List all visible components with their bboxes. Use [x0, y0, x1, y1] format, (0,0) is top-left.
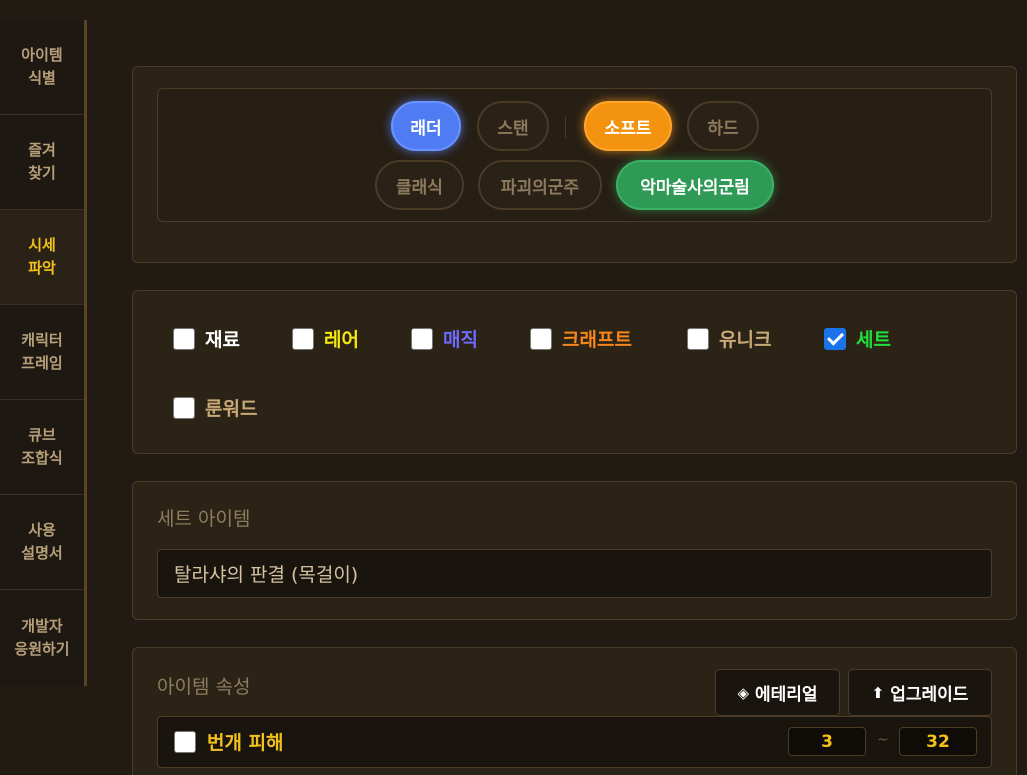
attribute-row: 번개 피해 3 ~ 32 — [157, 716, 992, 768]
mode-softcore-button[interactable]: 소프트 — [584, 101, 672, 151]
rarity-crafted-checkbox[interactable] — [530, 327, 552, 350]
rarity-set-option[interactable]: 세트 — [824, 325, 891, 352]
sidebar-item-support-developer[interactable]: 개발자 응원하기 — [0, 590, 84, 685]
sidebar: 아이템 식별 즐겨 찾기 시세 파악 캐릭터 프레임 큐브 조합식 사용 설명서… — [0, 20, 87, 686]
sidebar-item-character-frame[interactable]: 캐릭터 프레임 — [0, 305, 84, 400]
sidebar-item-cube-recipes[interactable]: 큐브 조합식 — [0, 400, 84, 495]
sidebar-item-favorites[interactable]: 즐겨 찾기 — [0, 115, 84, 210]
rarity-magic-label: 매직 — [443, 329, 478, 351]
range-separator: ~ — [877, 732, 889, 748]
rarity-set-checkbox[interactable] — [824, 327, 846, 350]
set-item-field[interactable]: 탈라샤의 판결 (목걸이) — [157, 549, 992, 598]
rarity-material-checkbox[interactable] — [173, 327, 195, 350]
upgrade-button[interactable]: ⬆ 업그레이드 — [848, 669, 992, 716]
attribute-lightning-damage-checkbox[interactable] — [174, 731, 196, 753]
arrow-up-icon: ⬆ — [871, 683, 885, 702]
rarity-unique-option[interactable]: 유니크 — [687, 325, 771, 352]
attribute-lightning-damage-label: 번개 피해 — [207, 732, 284, 754]
rarity-magic-option[interactable]: 매직 — [411, 325, 478, 352]
mode-classic-button[interactable]: 클래식 — [375, 160, 464, 210]
rarity-crafted-label: 크래프트 — [562, 329, 632, 351]
mode-lord-of-destruction-button[interactable]: 파괴의군주 — [478, 160, 602, 210]
rarity-rare-label: 레어 — [324, 329, 359, 351]
sidebar-item-item-identify[interactable]: 아이템 식별 — [0, 20, 84, 115]
attribute-min-input[interactable]: 3 — [788, 727, 866, 756]
rarity-rare-checkbox[interactable] — [292, 327, 314, 350]
rarity-set-label: 세트 — [856, 329, 891, 351]
rarity-rare-option[interactable]: 레어 — [292, 325, 359, 352]
sidebar-item-market-price[interactable]: 시세 파악 — [0, 210, 84, 305]
rarity-material-option[interactable]: 재료 — [173, 325, 240, 352]
rarity-unique-label: 유니크 — [719, 329, 772, 351]
rarity-material-label: 재료 — [205, 329, 240, 351]
diamond-icon: ◈ — [737, 683, 749, 702]
rarity-runeword-option[interactable]: 룬워드 — [173, 394, 257, 421]
set-item-panel: 세트 아이템 탈라샤의 판결 (목걸이) — [132, 481, 1017, 620]
mode-hardcore-button[interactable]: 하드 — [687, 101, 759, 151]
ethereal-button[interactable]: ◈ 에테리얼 — [715, 669, 840, 716]
game-mode-panel: 래더 스탠 소프트 하드 클래식 파괴의군주 악마술사의군림 — [132, 66, 1017, 263]
rarity-runeword-checkbox[interactable] — [173, 396, 195, 419]
mode-reign-of-warlock-button[interactable]: 악마술사의군림 — [616, 160, 774, 210]
rarity-magic-checkbox[interactable] — [411, 327, 433, 350]
set-item-title: 세트 아이템 — [157, 508, 251, 530]
game-mode-box: 래더 스탠 소프트 하드 클래식 파괴의군주 악마술사의군림 — [157, 88, 992, 222]
item-attributes-title: 아이템 속성 — [157, 676, 251, 698]
item-attributes-panel: 아이템 속성 ◈ 에테리얼 ⬆ 업그레이드 번개 피해 3 ~ 32 — [132, 647, 1017, 775]
mode-divider — [565, 116, 566, 138]
mode-standard-button[interactable]: 스탠 — [477, 101, 549, 151]
attribute-max-input[interactable]: 32 — [899, 727, 977, 756]
upgrade-button-label: 업그레이드 — [890, 685, 969, 705]
rarity-unique-checkbox[interactable] — [687, 327, 709, 350]
rarity-crafted-option[interactable]: 크래프트 — [530, 325, 632, 352]
rarity-runeword-label: 룬워드 — [205, 398, 258, 420]
sidebar-item-user-guide[interactable]: 사용 설명서 — [0, 495, 84, 590]
rarity-filter-panel: 재료 레어 매직 크래프트 유니크 세트 룬워드 — [132, 290, 1017, 454]
ethereal-button-label: 에테리얼 — [754, 685, 818, 705]
mode-ladder-button[interactable]: 래더 — [391, 101, 461, 151]
